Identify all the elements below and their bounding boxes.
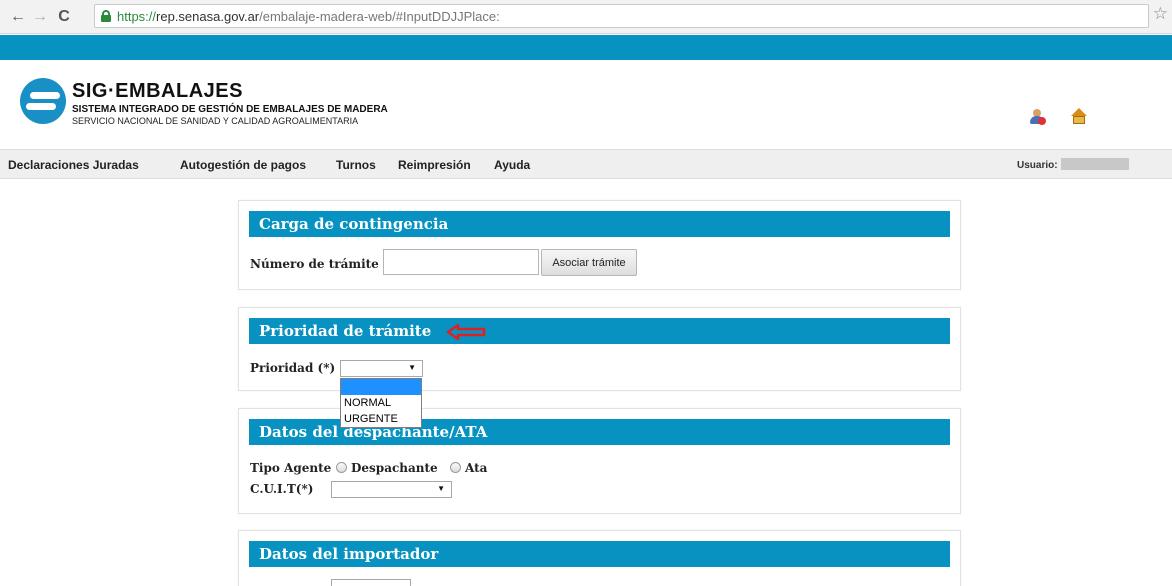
cuit-select[interactable]: ▼: [331, 481, 452, 498]
menu-item-autogestion[interactable]: Autogestión de pagos: [180, 158, 306, 172]
browser-toolbar: ← → C https://rep.senasa.gov.ar/embalaje…: [0, 0, 1172, 34]
numero-tramite-label: Número de trámite: [250, 257, 379, 271]
tipo-agente-label: Tipo Agente: [250, 461, 332, 475]
menu-item-reimpresion[interactable]: Reimpresión: [398, 158, 471, 172]
usuario-label: Usuario:: [1017, 160, 1058, 171]
prioridad-title: Prioridad de trámite: [249, 318, 950, 344]
bookmark-star-icon[interactable]: ☆: [1153, 4, 1168, 24]
user-logout-icon[interactable]: [1030, 109, 1046, 125]
importador-panel: Datos del importador: [238, 530, 961, 586]
menu-item-declaraciones[interactable]: Declaraciones Juradas: [8, 158, 139, 172]
url-host: rep.senasa.gov.ar: [156, 9, 260, 24]
importador-field[interactable]: [331, 579, 411, 586]
url-text: https://rep.senasa.gov.ar/embalaje-mader…: [117, 9, 500, 24]
site-header: SIG·EMBALAJES SISTEMA INTEGRADO DE GESTI…: [0, 60, 1172, 148]
top-band: [0, 35, 1172, 60]
reload-icon[interactable]: C: [54, 7, 74, 27]
forward-arrow-icon[interactable]: →: [30, 7, 50, 27]
back-arrow-icon[interactable]: ←: [8, 7, 28, 27]
cuit-label: C.U.I.T(*): [250, 482, 314, 496]
radio-despachante[interactable]: [336, 462, 347, 473]
asociar-tramite-button[interactable]: Asociar trámite: [541, 249, 637, 276]
logo-icon: [20, 78, 66, 124]
usuario-value: [1061, 158, 1129, 170]
address-bar[interactable]: https://rep.senasa.gov.ar/embalaje-mader…: [94, 4, 1149, 28]
dropdown-option-empty[interactable]: [341, 379, 421, 395]
prioridad-label: Prioridad (*): [250, 361, 336, 375]
main-menu: Declaraciones Juradas Autogestión de pag…: [0, 149, 1172, 179]
contingencia-title: Carga de contingencia: [249, 211, 950, 237]
contingencia-panel: Carga de contingencia Número de trámite …: [238, 200, 961, 290]
importador-title: Datos del importador: [249, 541, 950, 567]
url-scheme: https://: [117, 9, 157, 24]
radio-ata-label[interactable]: Ata: [465, 461, 487, 475]
menu-item-turnos[interactable]: Turnos: [336, 158, 376, 172]
dropdown-option-normal[interactable]: NORMAL: [341, 395, 421, 411]
brand-subtitle: SISTEMA INTEGRADO DE GESTIÓN DE EMBALAJE…: [72, 104, 388, 115]
lock-icon: [101, 10, 111, 22]
home-icon[interactable]: [1070, 108, 1088, 126]
radio-ata[interactable]: [450, 462, 461, 473]
chevron-down-icon: ▼: [408, 363, 416, 372]
chevron-down-icon: ▼: [437, 484, 445, 493]
prioridad-select[interactable]: ▼: [340, 360, 423, 377]
brand-agency: SERVICIO NACIONAL DE SANIDAD Y CALIDAD A…: [72, 116, 359, 126]
numero-tramite-input[interactable]: [383, 249, 539, 275]
annotation-arrow-icon: [446, 323, 486, 341]
brand-title: SIG·EMBALAJES: [72, 80, 243, 102]
radio-despachante-label[interactable]: Despachante: [351, 461, 438, 475]
url-path: /embalaje-madera-web/#InputDDJJPlace:: [259, 9, 500, 24]
prioridad-dropdown-list[interactable]: NORMAL URGENTE: [340, 378, 422, 428]
dropdown-option-urgente[interactable]: URGENTE: [341, 411, 421, 427]
menu-item-ayuda[interactable]: Ayuda: [494, 158, 530, 172]
